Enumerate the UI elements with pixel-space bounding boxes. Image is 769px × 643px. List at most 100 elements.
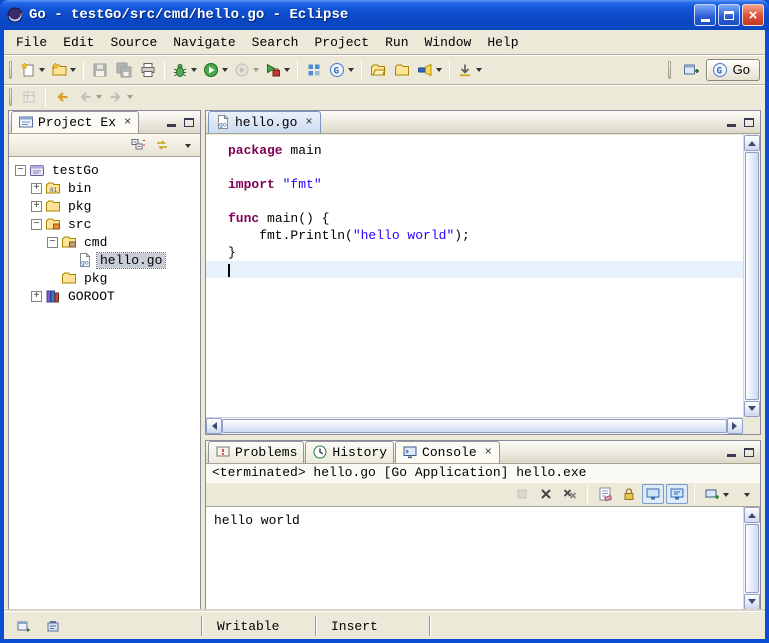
run-button[interactable] — [200, 58, 231, 82]
expand-toggle-icon[interactable]: + — [31, 201, 42, 212]
open-type-button[interactable] — [366, 58, 390, 82]
view-maximize-button[interactable] — [740, 444, 758, 460]
project-tree[interactable]: −testGo+01bin+pkg−src−cmdgohello.gopkg+G… — [9, 156, 200, 610]
display-selected-console-button[interactable] — [666, 484, 688, 504]
new-go-project-button[interactable] — [302, 58, 326, 82]
view-minimize-button[interactable] — [162, 114, 180, 130]
minimize-button[interactable] — [694, 4, 716, 26]
clear-console-button[interactable] — [594, 484, 616, 504]
close-icon[interactable]: × — [123, 117, 132, 127]
profile-icon — [234, 62, 250, 78]
maximize-button[interactable] — [718, 4, 740, 26]
scrollbar-thumb[interactable] — [745, 152, 759, 400]
main-toolbar: G G Go — [4, 54, 765, 84]
tab-problems[interactable]: Problems — [208, 441, 304, 463]
code-editor[interactable]: package main import "fmt" func main() { … — [206, 135, 760, 434]
project-explorer-icon — [18, 114, 34, 130]
last-edit-location-button[interactable] — [50, 87, 74, 107]
toolbar-grip[interactable] — [9, 61, 12, 79]
console-view-menu-button[interactable] — [734, 484, 756, 504]
menu-item-search[interactable]: Search — [244, 33, 307, 52]
menu-item-edit[interactable]: Edit — [55, 33, 102, 52]
back-button[interactable] — [74, 87, 105, 107]
collapse-all-button[interactable] — [127, 135, 149, 155]
open-resource-button[interactable] — [390, 58, 414, 82]
console-output-area[interactable]: hello world — [206, 506, 760, 610]
external-tools-button[interactable] — [262, 58, 293, 82]
menu-item-source[interactable]: Source — [102, 33, 165, 52]
dropdown-arrow-icon — [96, 95, 102, 102]
fast-view-button[interactable] — [13, 616, 35, 636]
remove-all-terminated-button[interactable] — [559, 484, 581, 504]
editor-horizontal-scrollbar[interactable] — [206, 417, 743, 434]
tree-item-pkg[interactable]: pkg — [11, 269, 200, 287]
scroll-up-button[interactable] — [744, 507, 760, 523]
tab-project-explorer[interactable]: Project Ex × — [11, 111, 139, 133]
view-minimize-button[interactable] — [722, 114, 740, 130]
scrollbar-thumb[interactable] — [222, 419, 727, 433]
tree-item-bin[interactable]: +01bin — [11, 179, 200, 197]
debug-button[interactable] — [169, 58, 200, 82]
collapse-toggle-icon[interactable]: − — [15, 165, 26, 176]
tree-item-pkg[interactable]: +pkg — [11, 197, 200, 215]
view-maximize-button[interactable] — [180, 114, 198, 130]
toolbar-grip[interactable] — [668, 61, 671, 79]
view-menu-button[interactable] — [175, 135, 197, 155]
save-button[interactable] — [88, 58, 112, 82]
remove-launch-button[interactable] — [535, 484, 557, 504]
console-vertical-scrollbar[interactable] — [743, 507, 760, 610]
scrollbar-thumb[interactable] — [745, 524, 759, 593]
search-button[interactable] — [414, 58, 445, 82]
close-icon[interactable]: × — [484, 447, 493, 457]
next-annotation-button[interactable] — [454, 58, 485, 82]
code-area[interactable]: package main import "fmt" func main() { … — [206, 135, 743, 417]
close-button[interactable]: × — [742, 4, 764, 26]
terminate-button[interactable] — [511, 484, 533, 504]
new-wizard-button[interactable] — [17, 58, 48, 82]
toolbar-grip[interactable] — [9, 88, 12, 106]
editor-vertical-scrollbar[interactable] — [743, 135, 760, 417]
profile-button[interactable] — [231, 58, 262, 82]
open-console-button[interactable] — [701, 484, 732, 504]
new-go-element-button[interactable] — [48, 58, 79, 82]
open-perspective-button[interactable] — [679, 58, 703, 82]
scroll-up-button[interactable] — [744, 135, 760, 151]
save-all-button[interactable] — [112, 58, 136, 82]
menu-item-navigate[interactable]: Navigate — [165, 33, 243, 52]
mark-occurrences-button[interactable] — [17, 87, 41, 107]
titlebar[interactable]: Go - testGo/src/cmd/hello.go - Eclipse × — [0, 0, 769, 30]
scroll-lock-button[interactable] — [618, 484, 640, 504]
scroll-left-button[interactable] — [206, 418, 222, 434]
menu-item-window[interactable]: Window — [417, 33, 480, 52]
menu-item-run[interactable]: Run — [377, 33, 416, 52]
garbage-collect-button[interactable] — [42, 616, 64, 636]
view-maximize-button[interactable] — [740, 114, 758, 130]
workbench-area: Project Ex × — [8, 108, 761, 611]
scroll-down-button[interactable] — [744, 401, 760, 417]
collapse-toggle-icon[interactable]: − — [47, 237, 58, 248]
expand-toggle-icon[interactable]: + — [31, 291, 42, 302]
menu-item-file[interactable]: File — [8, 33, 55, 52]
tree-item-GOROOT[interactable]: +GOROOT — [11, 287, 200, 305]
view-minimize-button[interactable] — [722, 444, 740, 460]
go-tools-button[interactable]: G — [326, 58, 357, 82]
tab-history[interactable]: History — [305, 441, 394, 463]
expand-toggle-icon[interactable]: + — [31, 183, 42, 194]
scroll-down-button[interactable] — [744, 594, 760, 610]
link-with-editor-button[interactable] — [151, 135, 173, 155]
tree-item-testGo[interactable]: −testGo — [11, 161, 200, 179]
close-icon[interactable]: × — [304, 117, 313, 127]
tab-hello-go[interactable]: go hello.go × — [208, 111, 321, 133]
print-button[interactable] — [136, 58, 160, 82]
scroll-right-button[interactable] — [727, 418, 743, 434]
perspective-go-button[interactable]: G Go — [706, 59, 760, 81]
tree-item-hello.go[interactable]: gohello.go — [11, 251, 200, 269]
forward-button[interactable] — [105, 87, 136, 107]
menu-item-project[interactable]: Project — [306, 33, 377, 52]
tree-item-src[interactable]: −src — [11, 215, 200, 233]
tab-console[interactable]: Console × — [395, 441, 500, 463]
pin-console-button[interactable] — [642, 484, 664, 504]
collapse-toggle-icon[interactable]: − — [31, 219, 42, 230]
tree-item-cmd[interactable]: −cmd — [11, 233, 200, 251]
menu-item-help[interactable]: Help — [479, 33, 526, 52]
